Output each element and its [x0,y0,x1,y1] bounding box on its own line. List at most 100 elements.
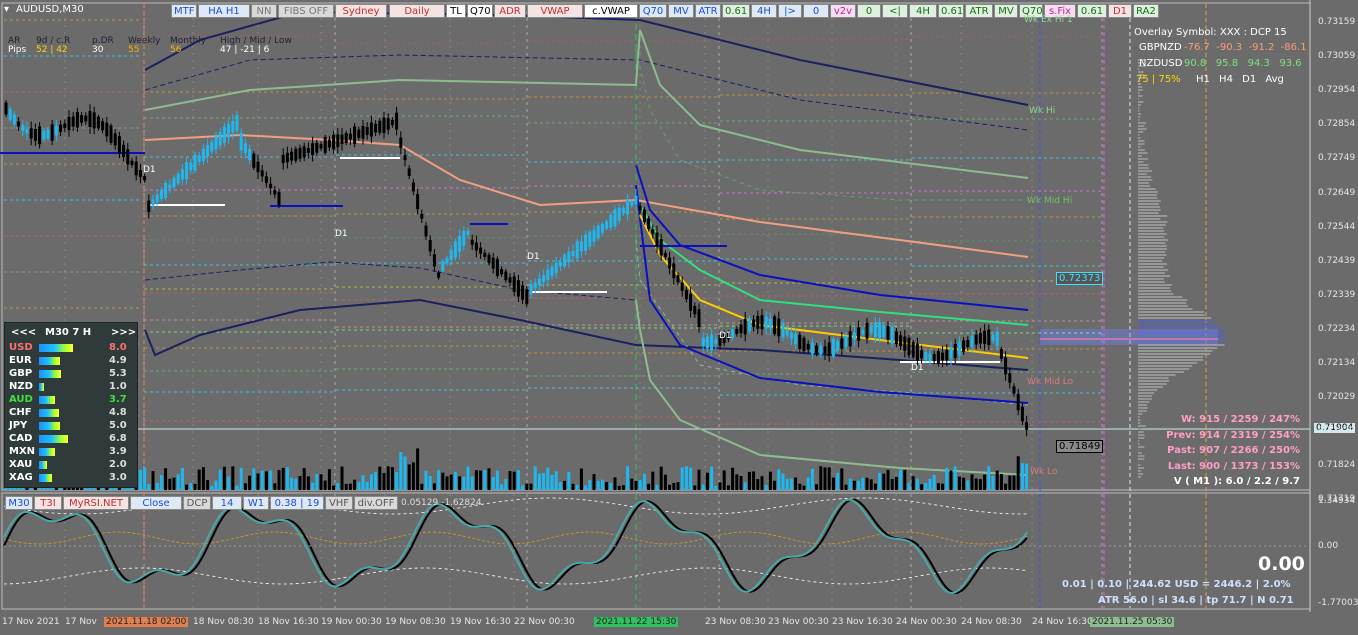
volume-bar [172,477,176,490]
volume-bar [689,467,693,490]
candle-body [378,120,382,133]
toolbar-button-20[interactable]: <| [882,4,908,18]
toolbar-button-29[interactable]: RA2 [1133,4,1159,18]
toolbar-button-9[interactable]: VWAP [527,4,583,18]
volume-bar [609,482,613,490]
volume-bar [865,477,869,490]
candle-body [424,225,428,237]
volume-bar [155,483,159,490]
candle-body [579,241,583,252]
price-axis-label: 0.72134 [1318,358,1356,368]
sub-toolbar-button-4[interactable]: DCP [183,496,211,510]
currency-value: 2.0 [109,459,127,470]
sub-toolbar-button-3[interactable]: Close [130,496,182,510]
toolbar-button-3[interactable]: FIBS OFF [278,4,334,18]
volume-bar [235,485,239,490]
toolbar-button-18[interactable]: v2v [830,4,856,18]
toolbar-button-19[interactable]: 0 [857,4,881,18]
volume-bar [592,474,596,490]
candle-body [521,285,525,300]
volume-bar [176,474,180,490]
candle-body [605,221,609,229]
candle-body [567,252,571,263]
panel-prev-button[interactable]: <<< [11,327,36,338]
volume-bar [978,479,982,490]
price-axis-label: 0.71929 [1318,426,1356,437]
subwindow-values: 0.05129 -1.62824 [401,498,482,508]
toolbar-button-10[interactable]: c.VWAP [584,4,638,18]
sub-toolbar-button-1[interactable]: T3I [34,496,62,510]
volume-bar [617,485,621,490]
candle-body [924,352,928,361]
level-wk-mid-lo: Wk Mid Lo [1027,377,1074,387]
toolbar-button-12[interactable]: MV [668,4,694,18]
candle-body [38,126,42,145]
sub-toolbar-button-8[interactable]: VHF [325,496,353,510]
toolbar-button-23[interactable]: ATR [965,4,993,18]
volume-bar [714,485,718,490]
volume-bar [340,466,344,490]
candle-body [932,353,936,362]
volume-bar [382,473,386,490]
candle-body [67,116,71,131]
volume-bar [306,476,310,490]
toolbar-button-15[interactable]: 4H [751,4,777,18]
toolbar-button-2[interactable]: NN [251,4,277,18]
subwindow-line1: 0.01 | 0.10 | 244.62 USD = 2446.2 | 2.0% [1062,579,1291,590]
volume-bar [815,484,819,490]
volume-bar [672,483,676,490]
toolbar-button-0[interactable]: MTF [171,4,197,18]
volume-bar [966,480,970,490]
volume-bar [873,483,877,490]
volume-bar [987,466,991,490]
volume-bar [483,470,487,490]
volume-bar [899,469,903,490]
candle-body [416,193,420,210]
sub-toolbar-button-9[interactable]: div.OFF [354,496,398,510]
candle-body [353,126,357,144]
toolbar-button-16[interactable]: |> [778,4,802,18]
toolbar-button-21[interactable]: 4H [909,4,937,18]
price-axis-label: 0.72649 [1318,187,1356,198]
volume-bar [962,477,966,490]
sub-toolbar-button-2[interactable]: MyRSI.NET [63,496,129,510]
toolbar-button-13[interactable]: ATR [695,4,721,18]
volume-bar [298,475,302,490]
volume-bar [970,474,974,490]
toolbar-button-28[interactable]: D1 [1108,4,1132,18]
volume-bar [260,470,264,490]
candle-body [668,257,672,269]
toolbar-button-5[interactable]: Daily [389,4,445,18]
toolbar-button-1[interactable]: HA H1 [198,4,250,18]
toolbar-button-6[interactable]: TL [446,4,466,18]
candle-body [953,344,957,358]
volume-bar [319,474,323,490]
volume-bar [878,472,882,490]
candle-body [239,132,243,151]
candle-body [752,319,756,328]
panel-next-button[interactable]: >>> [111,327,136,338]
candle-body [999,348,1003,360]
volume-bar [819,466,823,490]
sub-toolbar-button-0[interactable]: M30 [5,496,33,510]
toolbar-button-7[interactable]: Q70 [467,4,493,18]
candle-body [966,340,970,348]
toolbar-button-4[interactable]: Sydney [335,4,387,18]
sub-toolbar-button-5[interactable]: 14 [212,496,242,510]
candle-body [596,225,600,239]
toolbar-button-17[interactable]: 0 [803,4,829,18]
candle-body [1025,422,1029,430]
sub-toolbar-button-6[interactable]: W1 [243,496,269,510]
volume-bar [890,478,894,490]
toolbar-button-14[interactable]: 0.61 [722,4,750,18]
toolbar-button-8[interactable]: ADR [494,4,526,18]
toolbar-button-24[interactable]: MV [994,4,1018,18]
candle-body [252,153,256,168]
toolbar-button-22[interactable]: 0.61 [938,4,964,18]
toolbar-button-27[interactable]: 0.61 [1077,4,1107,18]
sub-toolbar-button-7[interactable]: 0.38 | 19 [270,496,324,510]
price-chart[interactable] [0,0,1358,635]
stats-header-value: 56 [170,45,182,55]
toolbar-button-11[interactable]: Q70 [639,4,667,18]
volume-bar [991,475,995,490]
